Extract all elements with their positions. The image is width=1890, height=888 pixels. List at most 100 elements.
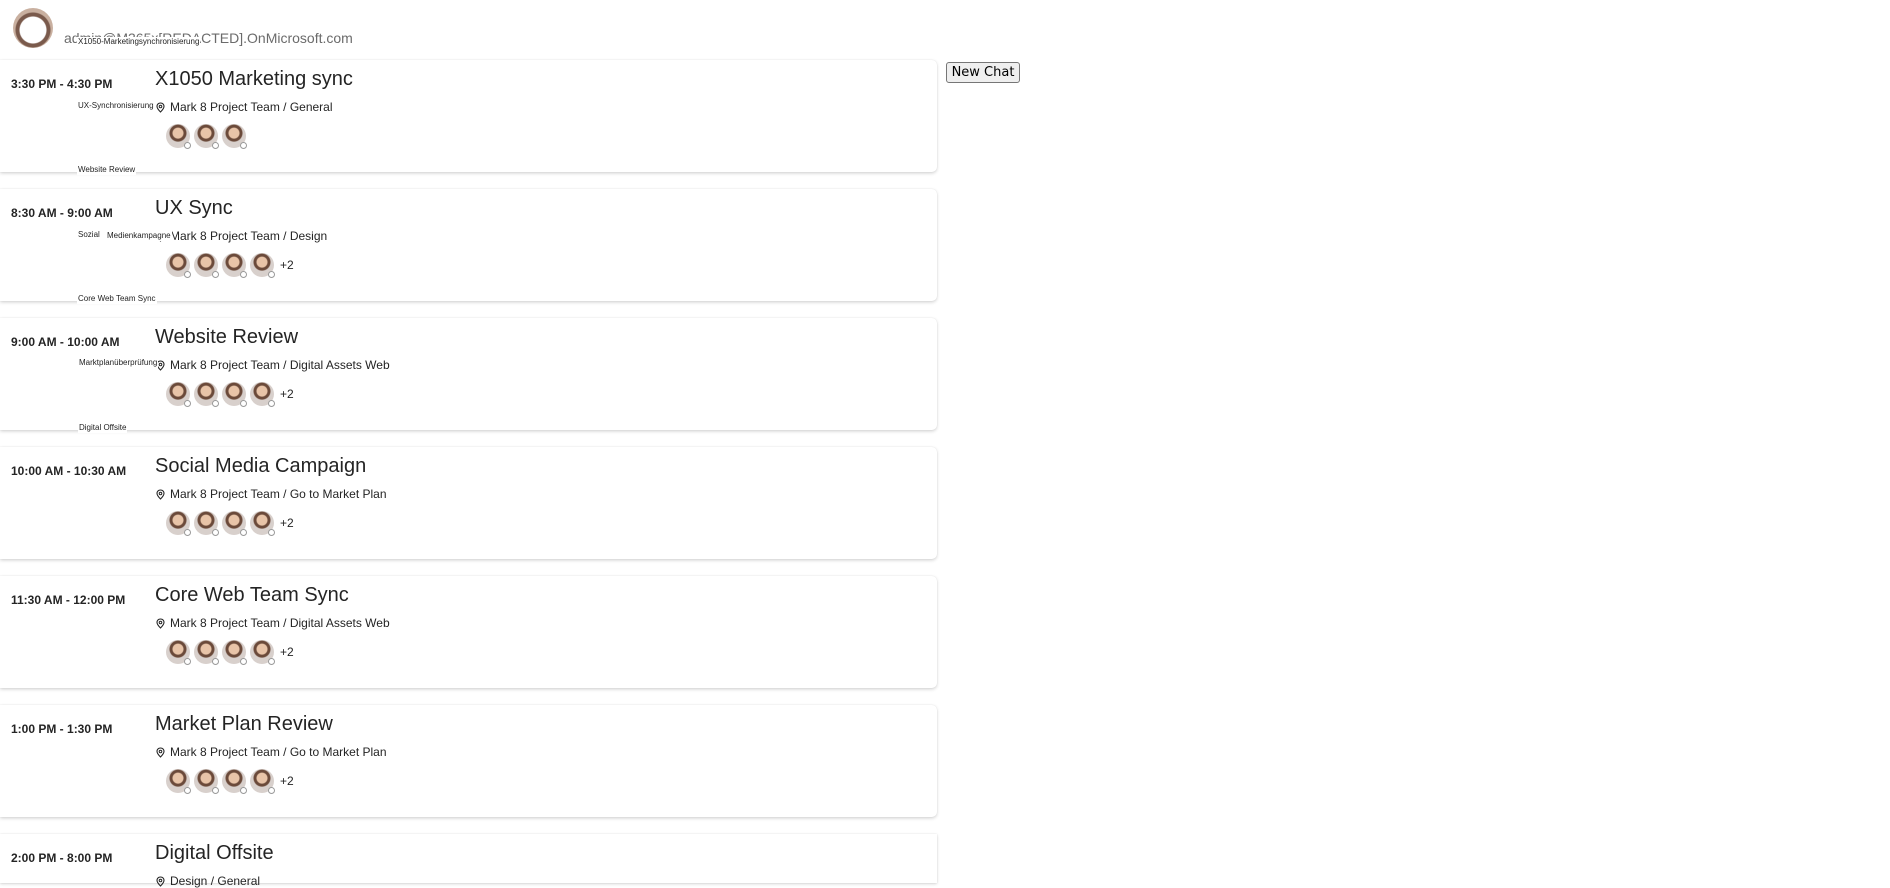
meeting-time: 1:00 PM - 1:30 PM	[11, 722, 113, 736]
more-attendees-count[interactable]: +2	[280, 516, 294, 530]
meeting-card[interactable]: 3:30 PM - 4:30 PM X1050 Marketing sync M…	[0, 60, 937, 172]
attendee-avatar[interactable]	[166, 769, 191, 794]
location-pin-icon	[155, 617, 166, 629]
attendee-avatar[interactable]	[222, 253, 247, 278]
presence-icon	[240, 271, 247, 278]
attendee-list	[166, 124, 250, 149]
meeting-card[interactable]: 10:00 AM - 10:30 AM Social Media Campaig…	[0, 447, 937, 559]
attendee-avatar[interactable]	[250, 253, 275, 278]
attendee-avatar[interactable]	[194, 253, 219, 278]
meeting-location: Mark 8 Project Team / Digital Assets Web	[155, 358, 390, 372]
meeting-title[interactable]: Core Web Team Sync	[155, 584, 349, 607]
attendee-list: +2	[166, 253, 294, 278]
meeting-card[interactable]: 1:00 PM - 1:30 PM Market Plan Review Mar…	[0, 705, 937, 817]
meeting-time: 8:30 AM - 9:00 AM	[11, 206, 113, 220]
attendee-avatar[interactable]	[166, 640, 191, 665]
presence-icon	[268, 271, 275, 278]
attendee-avatar[interactable]	[222, 769, 247, 794]
overlay-label: Medienkampagne	[106, 231, 172, 241]
meeting-title[interactable]: X1050 Marketing sync	[155, 68, 353, 91]
user-avatar[interactable]	[13, 8, 53, 48]
meeting-title[interactable]: Website Review	[155, 326, 298, 349]
presence-icon	[212, 271, 219, 278]
presence-icon	[240, 400, 247, 407]
presence-icon	[212, 142, 219, 149]
attendee-avatar[interactable]	[250, 640, 275, 665]
meeting-location: Mark 8 Project Team / Go to Market Plan	[155, 745, 387, 759]
meeting-location: Mark 8 Project Team / Go to Market Plan	[155, 487, 387, 501]
presence-icon	[268, 787, 275, 794]
meeting-time: 9:00 AM - 10:00 AM	[11, 335, 120, 349]
meeting-title[interactable]: UX Sync	[155, 197, 233, 220]
presence-icon	[268, 529, 275, 536]
presence-icon	[240, 787, 247, 794]
presence-icon	[240, 529, 247, 536]
presence-icon	[212, 400, 219, 407]
meeting-location-text: Design / General	[170, 874, 261, 888]
presence-icon	[184, 271, 191, 278]
meeting-time: 10:00 AM - 10:30 AM	[11, 464, 127, 478]
presence-icon	[268, 400, 275, 407]
meeting-location-text: Mark 8 Project Team / General	[170, 100, 333, 114]
meeting-title[interactable]: Social Media Campaign	[155, 455, 366, 478]
attendee-avatar[interactable]	[194, 769, 219, 794]
attendee-avatar[interactable]	[194, 382, 219, 407]
presence-icon	[240, 142, 247, 149]
meeting-card[interactable]: 8:30 AM - 9:00 AM UX Sync Mark 8 Project…	[0, 189, 937, 301]
overlay-label: Digital Offsite	[78, 423, 128, 433]
attendee-avatar[interactable]	[166, 253, 191, 278]
overlay-label: UX-Synchronisierung	[77, 101, 155, 111]
more-attendees-count[interactable]: +2	[280, 645, 294, 659]
presence-icon	[184, 142, 191, 149]
attendee-avatar[interactable]	[222, 511, 247, 536]
meeting-location-text: Mark 8 Project Team / Digital Assets Web	[170, 358, 390, 372]
attendee-list: +2	[166, 511, 294, 536]
attendee-avatar[interactable]	[194, 640, 219, 665]
meeting-location-text: Mark 8 Project Team / Design	[170, 229, 328, 243]
meeting-card[interactable]: 2:00 PM - 8:00 PM Digital Offsite Design…	[0, 834, 937, 888]
attendee-avatar[interactable]	[222, 640, 247, 665]
meeting-location: Mark 8 Project Team / Digital Assets Web	[155, 616, 390, 630]
meeting-time: 2:00 PM - 8:00 PM	[11, 851, 113, 865]
attendee-avatar[interactable]	[250, 769, 275, 794]
overlay-label: Sozial	[77, 230, 101, 240]
presence-icon	[212, 529, 219, 536]
meeting-location: Mark 8 Project Team / General	[155, 100, 333, 114]
meeting-title[interactable]: Digital Offsite	[155, 842, 274, 865]
overlay-label: Marktplanüberprüfung	[78, 358, 159, 368]
presence-icon	[184, 787, 191, 794]
presence-icon	[212, 787, 219, 794]
more-attendees-count[interactable]: +2	[280, 258, 294, 272]
new-chat-button[interactable]: New Chat	[946, 62, 1020, 83]
more-attendees-count[interactable]: +2	[280, 387, 294, 401]
overlay-label: Core Web Team Sync	[77, 294, 157, 304]
location-pin-icon	[155, 101, 166, 113]
presence-icon	[212, 658, 219, 665]
meeting-location-text: Mark 8 Project Team / Digital Assets Web	[170, 616, 390, 630]
attendee-avatar[interactable]	[250, 511, 275, 536]
meeting-time: 11:30 AM - 12:00 PM	[11, 593, 126, 607]
presence-icon	[184, 400, 191, 407]
attendee-avatar[interactable]	[166, 382, 191, 407]
location-pin-icon	[155, 488, 166, 500]
attendee-list: +2	[166, 640, 294, 665]
presence-icon	[184, 658, 191, 665]
meeting-card[interactable]: 11:30 AM - 12:00 PM Core Web Team Sync M…	[0, 576, 937, 688]
attendee-list: +2	[166, 382, 294, 407]
meeting-location: Design / General	[155, 874, 260, 888]
attendee-avatar[interactable]	[194, 511, 219, 536]
location-pin-icon	[155, 875, 166, 887]
presence-icon	[184, 529, 191, 536]
location-pin-icon	[155, 746, 166, 758]
attendee-list: +2	[166, 769, 294, 794]
more-attendees-count[interactable]: +2	[280, 774, 294, 788]
attendee-avatar[interactable]	[194, 124, 219, 149]
attendee-avatar[interactable]	[222, 382, 247, 407]
attendee-avatar[interactable]	[222, 124, 247, 149]
presence-icon	[240, 658, 247, 665]
attendee-avatar[interactable]	[166, 511, 191, 536]
attendee-avatar[interactable]	[250, 382, 275, 407]
meeting-title[interactable]: Market Plan Review	[155, 713, 333, 736]
meeting-card[interactable]: 9:00 AM - 10:00 AM Website Review Mark 8…	[0, 318, 937, 430]
attendee-avatar[interactable]	[166, 124, 191, 149]
